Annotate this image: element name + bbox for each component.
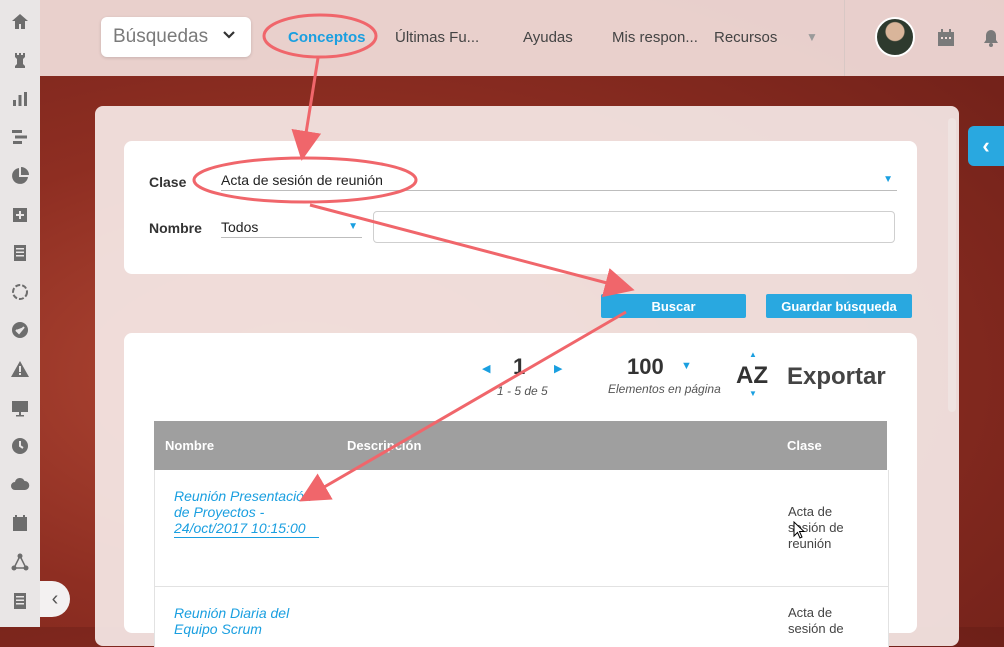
caret-down-icon: ▼: [348, 221, 358, 232]
nav-ayudas[interactable]: Ayudas: [523, 29, 573, 46]
topbar-divider: [844, 0, 845, 76]
nombre-select[interactable]: Todos ▼: [221, 219, 362, 238]
plus-square-icon[interactable]: [8, 203, 32, 227]
caret-down-icon: ▼: [883, 174, 893, 185]
table-header: Nombre Descripción Clase: [154, 421, 887, 470]
next-page-icon[interactable]: ▶: [554, 362, 562, 375]
document-icon[interactable]: [8, 241, 32, 265]
pie-chart-icon[interactable]: [8, 164, 32, 188]
column-header-clase[interactable]: Clase: [787, 438, 822, 453]
list-icon[interactable]: [8, 589, 32, 613]
table-row: Reunión Presentación de Proyectos - 24/o…: [154, 470, 889, 587]
calendar-icon[interactable]: [936, 28, 956, 53]
cloud-icon[interactable]: [8, 473, 32, 497]
home-icon[interactable]: [8, 10, 32, 34]
nombre-input[interactable]: [373, 211, 895, 243]
network-icon[interactable]: [8, 550, 32, 574]
search-type-dropdown[interactable]: Búsquedas: [101, 17, 251, 57]
caret-down-icon[interactable]: ▼: [681, 360, 692, 372]
nav-more-icon[interactable]: ▼: [806, 30, 818, 44]
sidebar-collapse-button[interactable]: ‹: [40, 581, 70, 617]
items-per-page-label: Elementos en página: [608, 382, 721, 396]
current-page: 1: [513, 354, 526, 379]
gantt-icon[interactable]: [8, 125, 32, 149]
bell-icon[interactable]: [981, 28, 1001, 53]
bar-chart-icon[interactable]: [8, 87, 32, 111]
export-button[interactable]: Exportar: [787, 363, 886, 391]
chevron-left-icon: ‹: [982, 133, 990, 158]
chevron-left-icon: ‹: [51, 587, 59, 610]
right-panel-toggle[interactable]: ‹: [968, 126, 1004, 166]
items-per-page[interactable]: 100: [627, 354, 664, 380]
nav-mis-responsabilidades[interactable]: Mis respon...: [612, 29, 698, 46]
cycle-icon[interactable]: [8, 280, 32, 304]
buscar-button[interactable]: Buscar: [601, 294, 746, 318]
clase-label: Clase: [149, 174, 187, 190]
search-type-label: Búsquedas: [113, 26, 209, 47]
avatar[interactable]: [875, 17, 915, 57]
clase-select[interactable]: Acta de sesión de reunión ▼: [221, 172, 897, 191]
sort-up-icon[interactable]: ▲: [749, 350, 757, 359]
column-header-descripcion[interactable]: Descripción: [347, 438, 421, 453]
mouse-cursor-icon: [793, 521, 806, 539]
chess-rook-icon[interactable]: [8, 48, 32, 72]
left-sidebar: [0, 0, 40, 627]
clase-value: Acta de sesión de reunión: [221, 172, 383, 188]
sort-down-icon[interactable]: ▼: [749, 389, 757, 398]
chevron-down-icon: [221, 27, 237, 48]
check-circle-icon[interactable]: [8, 318, 32, 342]
nombre-label: Nombre: [149, 220, 202, 236]
calendar-icon[interactable]: [8, 511, 32, 535]
nav-ultimas-funciones[interactable]: Últimas Fu...: [395, 29, 479, 46]
result-name-link[interactable]: Reunión Diaria del Equipo Scrum: [174, 605, 319, 637]
prev-page-icon[interactable]: ◀: [482, 362, 490, 375]
sort-az-button[interactable]: AZ: [736, 362, 768, 390]
nombre-value: Todos: [221, 219, 259, 235]
clock-icon[interactable]: [8, 434, 32, 458]
result-clase: Acta de sesión de: [788, 605, 844, 636]
presentation-icon[interactable]: [8, 396, 32, 420]
nav-recursos[interactable]: Recursos: [714, 29, 777, 46]
page-info: 1 - 5 de 5: [497, 384, 548, 398]
search-form: [124, 141, 917, 274]
table-row: Reunión Diaria del Equipo Scrum Acta de …: [154, 587, 889, 647]
guardar-busqueda-button[interactable]: Guardar búsqueda: [766, 294, 912, 318]
nav-conceptos[interactable]: Conceptos: [288, 29, 366, 46]
warning-icon[interactable]: [8, 357, 32, 381]
column-header-nombre[interactable]: Nombre: [165, 438, 214, 453]
result-name-link[interactable]: Reunión Presentación de Proyectos - 24/o…: [174, 488, 319, 538]
